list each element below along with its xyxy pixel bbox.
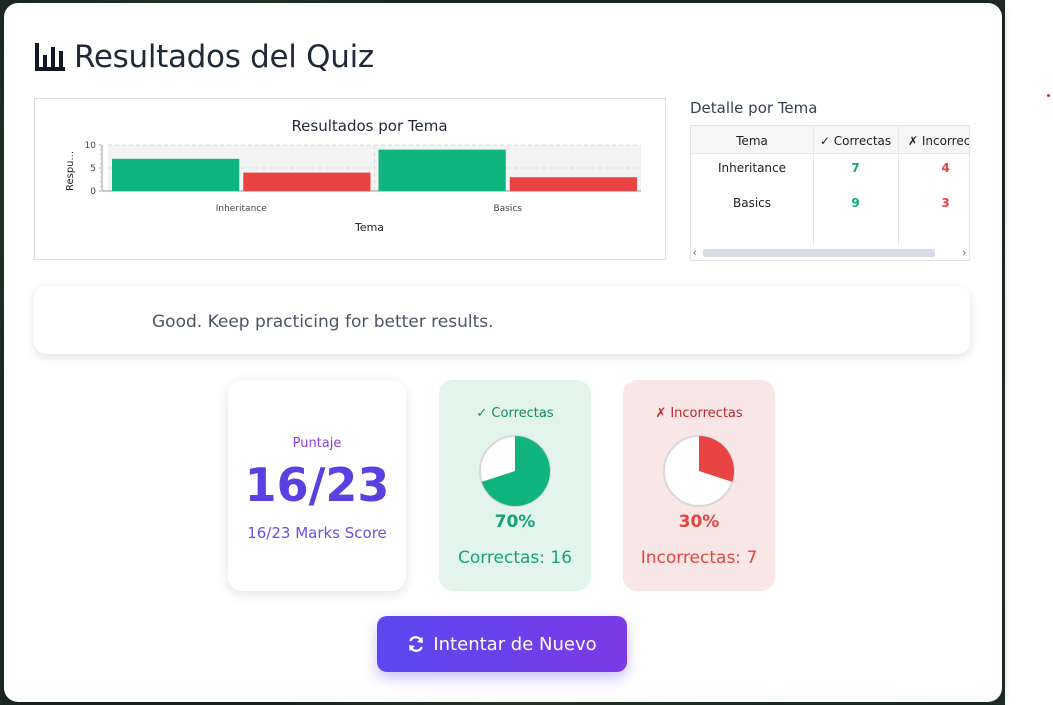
score-subtitle: 16/23 Marks Score bbox=[247, 524, 387, 542]
incorrect-card: ✗ Incorrectas 30% Incorrectas: 7 bbox=[623, 380, 775, 591]
column-divider bbox=[898, 126, 899, 246]
chart-title: Resultados por Tema bbox=[291, 117, 447, 135]
column-header-tema: Tema bbox=[736, 134, 768, 148]
header: Resultados del Quiz bbox=[34, 37, 374, 77]
y-axis-label: Respu... bbox=[65, 151, 76, 191]
bar-incorrectas-basics bbox=[509, 177, 637, 191]
scrollbar-thumb[interactable] bbox=[703, 249, 935, 257]
x-axis-label: Tema bbox=[354, 221, 384, 234]
topic-results-chart: 10 5 0 Inheritance Basics Resultados por Tema… bbox=[34, 98, 666, 260]
chart-svg: 10 5 0 Inheritance Basics Resultados por Tema… bbox=[65, 117, 641, 234]
results-panel: Resultados del Quiz 10 5 0 Inheritance Basic… bbox=[4, 3, 1002, 702]
correct-count: Correctas: 16 bbox=[457, 548, 573, 568]
score-value: 16/23 bbox=[244, 458, 390, 512]
column-header-incorrectas: ✗ Incorrectas bbox=[908, 134, 970, 148]
retry-button[interactable]: Intentar de Nuevo bbox=[377, 616, 627, 672]
refresh-icon bbox=[407, 635, 425, 653]
scroll-right-icon[interactable]: › bbox=[962, 247, 966, 259]
retry-label: Intentar de Nuevo bbox=[433, 633, 597, 655]
y-tick-label: 5 bbox=[90, 164, 96, 174]
table-cell-incorrectas: 3 bbox=[941, 196, 950, 210]
score-card: Puntaje 16/23 16/23 Marks Score bbox=[228, 380, 406, 591]
background-strip bbox=[1005, 0, 1053, 705]
correct-title: ✓ Correctas bbox=[476, 406, 554, 421]
score-label: Puntaje bbox=[292, 436, 342, 451]
x-tick-label: Basics bbox=[493, 204, 522, 214]
incorrect-title: ✗ Incorrectas bbox=[655, 406, 743, 421]
table-cell-tema: Basics bbox=[732, 196, 772, 210]
correct-card: ✓ Correctas 70% Correctas: 16 bbox=[439, 380, 591, 591]
y-tick-label: 0 bbox=[90, 187, 96, 197]
page-title: Resultados del Quiz bbox=[74, 39, 374, 75]
bar-chart-icon bbox=[35, 43, 65, 71]
horizontal-scrollbar[interactable]: ‹ › bbox=[691, 246, 969, 260]
detail-table[interactable]: Tema ✓ Correctas ✗ Incorrectas Inheritan… bbox=[690, 125, 970, 261]
bar-correctas-inheritance bbox=[112, 158, 240, 191]
bar-incorrectas-inheritance bbox=[243, 172, 371, 191]
table-cell-incorrectas: 4 bbox=[941, 161, 950, 175]
x-tick-label: Inheritance bbox=[216, 204, 267, 214]
feedback-box: Good. Keep practicing for better results… bbox=[34, 286, 970, 354]
incorrect-count: Incorrectas: 7 bbox=[640, 548, 758, 568]
column-header-correctas: ✓ Correctas bbox=[819, 134, 892, 148]
correct-percent: 70% bbox=[494, 512, 536, 532]
table-cell-correctas: 9 bbox=[851, 196, 860, 210]
correct-pie bbox=[479, 435, 551, 507]
feedback-message: Good. Keep practicing for better results… bbox=[152, 312, 494, 332]
red-dot bbox=[1047, 94, 1050, 97]
scroll-left-icon[interactable]: ‹ bbox=[693, 247, 697, 259]
bar-correctas-basics bbox=[378, 149, 506, 191]
detail-title: Detalle por Tema bbox=[690, 99, 818, 117]
table-cell-correctas: 7 bbox=[851, 161, 860, 175]
incorrect-percent: 30% bbox=[678, 512, 720, 532]
y-tick-label: 10 bbox=[85, 141, 97, 151]
table-cell-tema: Inheritance bbox=[717, 161, 787, 175]
incorrect-pie bbox=[663, 435, 735, 507]
